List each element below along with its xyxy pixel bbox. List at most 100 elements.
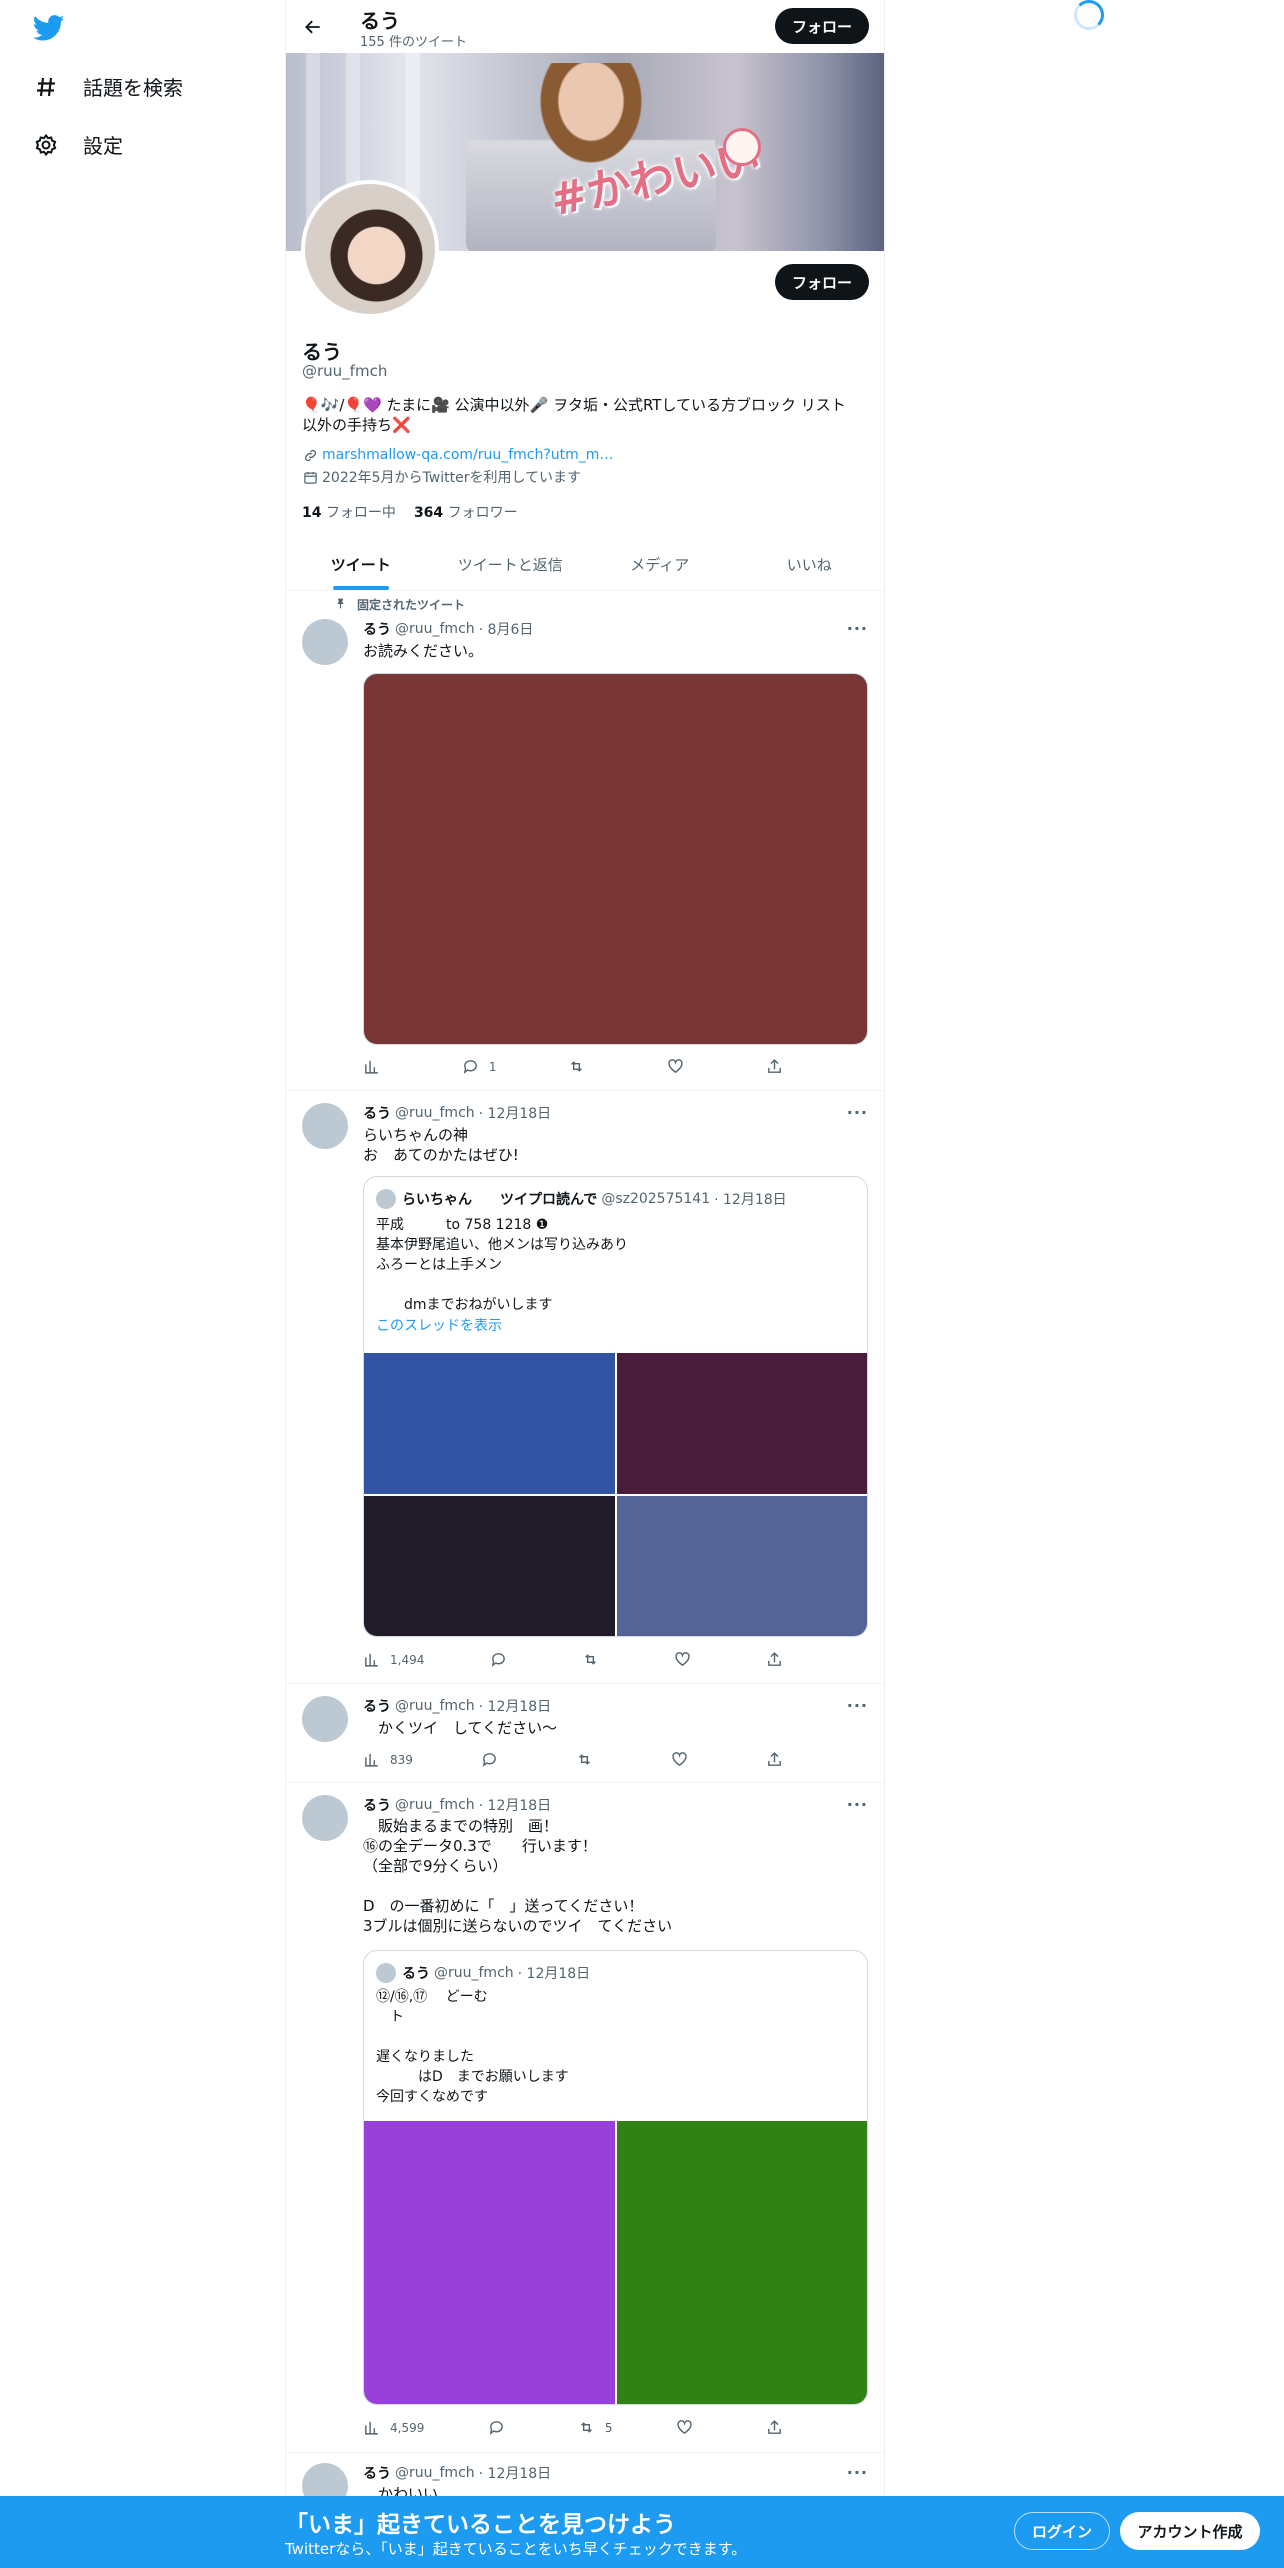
views-button[interactable]: 4,599 bbox=[363, 2419, 424, 2436]
tweet-author-name[interactable]: るう bbox=[363, 619, 391, 639]
signup-banner: 「いま」起きていることを見つけよう Twitterなら、「いま」起きていることを… bbox=[0, 2496, 1284, 2568]
quoted-tweet[interactable]: らいちゃん ツイプロ読んで @sz202575141 · 12月18日 平成 t… bbox=[363, 1176, 868, 1637]
reply-button[interactable]: 1 bbox=[462, 1058, 496, 1075]
quoted-tweet-header: るう @ruu_fmch · 12月18日 bbox=[376, 1963, 590, 1983]
tweet-handle[interactable]: @ruu_fmch bbox=[395, 1698, 475, 1714]
reply-button[interactable] bbox=[488, 2419, 515, 2436]
tweet-avatar[interactable] bbox=[302, 1795, 348, 1841]
quoted-image[interactable] bbox=[364, 1353, 615, 1494]
more-options-icon[interactable]: ··· bbox=[847, 1103, 868, 1122]
header-follow-button[interactable]: フォロー bbox=[775, 8, 869, 44]
link-icon bbox=[302, 447, 318, 463]
tweet-text: らいちゃんの神 お あてのかたはぜひ! bbox=[363, 1126, 519, 1164]
tweet-date[interactable]: · 12月18日 bbox=[479, 1103, 552, 1123]
signup-button[interactable]: アカウント作成 bbox=[1120, 2512, 1260, 2550]
tweet-image[interactable] bbox=[363, 673, 868, 1045]
share-button[interactable] bbox=[766, 1751, 783, 1768]
tweet-header: るう @ruu_fmch · 12月18日 bbox=[363, 1696, 551, 1716]
share-icon bbox=[768, 1652, 781, 1666]
share-button[interactable] bbox=[766, 2419, 783, 2436]
quoted-image[interactable] bbox=[364, 2121, 615, 2404]
loading-spinner-icon bbox=[1074, 0, 1104, 30]
tweet-avatar[interactable] bbox=[302, 1103, 348, 1149]
retweet-button[interactable] bbox=[576, 1751, 603, 1768]
header-tweet-count: 155 件のツイート bbox=[360, 35, 467, 50]
profile-avatar[interactable] bbox=[301, 180, 439, 318]
quoted-image[interactable] bbox=[616, 1353, 867, 1494]
more-options-icon[interactable]: ··· bbox=[847, 2463, 868, 2482]
following-stat[interactable]: 14 フォロー中 bbox=[302, 502, 396, 522]
tweet-handle[interactable]: @ruu_fmch bbox=[395, 621, 475, 637]
quoted-image-grid bbox=[364, 1353, 867, 1636]
like-button[interactable] bbox=[674, 1651, 701, 1668]
views-button[interactable] bbox=[363, 1058, 390, 1075]
retweet-icon bbox=[578, 1754, 590, 1765]
views-button[interactable]: 839 bbox=[363, 1751, 413, 1768]
reply-button[interactable] bbox=[481, 1751, 508, 1768]
twitter-logo-icon[interactable] bbox=[32, 12, 65, 44]
pinned-indicator: 固定されたツイート bbox=[334, 596, 465, 613]
tweet-author-name[interactable]: るう bbox=[363, 1696, 391, 1716]
tweet-author-name[interactable]: るう bbox=[363, 1795, 391, 1815]
tweet-header: るう @ruu_fmch · 12月18日 bbox=[363, 2463, 551, 2483]
tweet-text: 販始まるまでの特別 画！ ⑯の全データ0.3で 行います！ （全部で9分くらい）… bbox=[363, 1817, 673, 1935]
heart-icon bbox=[677, 2420, 692, 2435]
retweet-icon bbox=[571, 1061, 583, 1072]
quoted-image[interactable] bbox=[364, 1496, 615, 1636]
more-options-icon[interactable]: ··· bbox=[847, 619, 868, 638]
bio-line: 以外の手持ち❌ bbox=[302, 416, 411, 434]
show-thread-link[interactable]: このスレッドを表示 bbox=[376, 1315, 502, 1335]
tweet-actions: 4,599 5 bbox=[363, 2419, 783, 2436]
like-button[interactable] bbox=[671, 1751, 698, 1768]
tweet-handle[interactable]: @ruu_fmch bbox=[395, 1105, 475, 1121]
share-button[interactable] bbox=[766, 1651, 783, 1668]
retweet-button[interactable] bbox=[568, 1058, 595, 1075]
retweet-button[interactable] bbox=[582, 1651, 609, 1668]
tweet-avatar[interactable] bbox=[302, 619, 348, 665]
profile-follow-stats: 14 フォロー中 364 フォロワー bbox=[302, 502, 518, 522]
login-button[interactable]: ログイン bbox=[1014, 2512, 1110, 2550]
profile-follow-button[interactable]: フォロー bbox=[775, 264, 869, 300]
tweet-handle[interactable]: @ruu_fmch bbox=[395, 1797, 475, 1813]
tab-likes[interactable]: いいね bbox=[735, 538, 885, 590]
tweet-author-name[interactable]: るう bbox=[363, 2463, 391, 2483]
tweet-date[interactable]: · 12月18日 bbox=[479, 1795, 552, 1815]
retweet-button[interactable]: 5 bbox=[578, 2419, 613, 2436]
tab-tweets-and-replies[interactable]: ツイートと返信 bbox=[436, 538, 586, 590]
retweet-icon bbox=[584, 1654, 596, 1665]
heart-icon bbox=[675, 1652, 690, 1667]
profile-link-row: marshmallow-qa.com/ruu_fmch?utm_m… bbox=[302, 447, 613, 463]
reply-button[interactable] bbox=[490, 1651, 517, 1668]
share-button[interactable] bbox=[766, 1058, 783, 1075]
tab-tweets[interactable]: ツイート bbox=[286, 538, 436, 590]
views-button[interactable]: 1,494 bbox=[363, 1651, 424, 1668]
followers-stat[interactable]: 364 フォロワー bbox=[414, 502, 518, 522]
tweet-handle[interactable]: @ruu_fmch bbox=[395, 2465, 475, 2481]
heart-icon bbox=[668, 1059, 683, 1074]
calendar-icon bbox=[302, 469, 318, 485]
nav-explore[interactable]: 話題を検索 bbox=[33, 72, 183, 101]
profile-name: るう bbox=[302, 340, 342, 364]
quoted-image[interactable] bbox=[616, 2121, 867, 2404]
quoted-avatar bbox=[376, 1963, 396, 1983]
like-button[interactable] bbox=[667, 1058, 694, 1075]
more-options-icon[interactable]: ··· bbox=[847, 1696, 868, 1715]
tweet-divider bbox=[286, 1090, 884, 1091]
tweet-date[interactable]: · 12月18日 bbox=[479, 1696, 552, 1716]
profile-website-link[interactable]: marshmallow-qa.com/ruu_fmch?utm_m… bbox=[322, 447, 613, 463]
more-options-icon[interactable]: ··· bbox=[847, 1795, 868, 1814]
nav-settings[interactable]: 設定 bbox=[33, 130, 123, 159]
tweet-header: るう @ruu_fmch · 12月18日 bbox=[363, 1103, 551, 1123]
tweet-date[interactable]: · 8月6日 bbox=[479, 619, 534, 639]
back-arrow-icon[interactable] bbox=[300, 14, 326, 40]
like-button[interactable] bbox=[676, 2419, 703, 2436]
quoted-image-grid bbox=[364, 2121, 867, 2404]
reply-icon bbox=[482, 1753, 496, 1767]
tweet-date[interactable]: · 12月18日 bbox=[479, 2463, 552, 2483]
tab-media[interactable]: メディア bbox=[585, 538, 735, 590]
quoted-image[interactable] bbox=[616, 1496, 867, 1636]
tweet-author-name[interactable]: るう bbox=[363, 1103, 391, 1123]
tweet-avatar[interactable] bbox=[302, 1696, 348, 1742]
signup-banner-subtitle: Twitterなら、「いま」起きていることをいち早くチェックできます。 bbox=[285, 2540, 747, 2558]
quoted-tweet[interactable]: るう @ruu_fmch · 12月18日 ⑫/⑯,⑰ どーむ ト 遅くなりまし… bbox=[363, 1950, 868, 2405]
